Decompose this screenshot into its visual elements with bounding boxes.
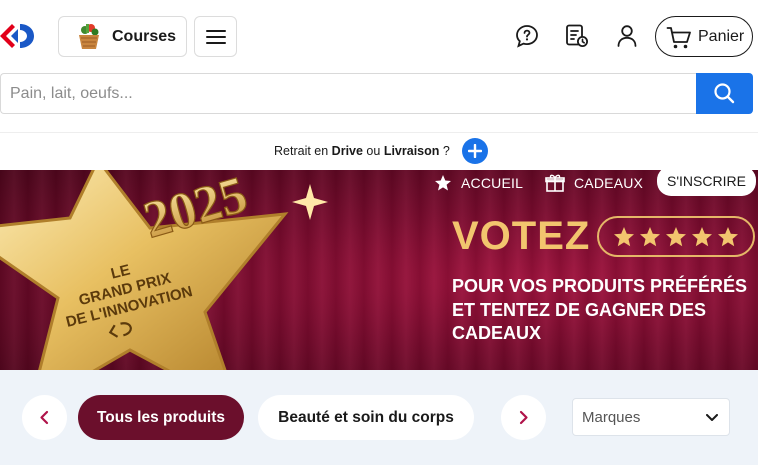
rating-stars-icon xyxy=(614,227,738,247)
cart-label: Panier xyxy=(698,28,745,45)
search-bar xyxy=(0,73,753,114)
search-button[interactable] xyxy=(696,73,753,114)
banner-tagline: POUR VOS PRODUITS PRÉFÉRÉS ET TENTEZ DE … xyxy=(452,276,748,343)
chevron-left-icon xyxy=(40,410,49,425)
search-input[interactable] xyxy=(0,73,697,114)
courses-mode-button[interactable]: Courses xyxy=(58,16,187,57)
chevron-right-icon xyxy=(519,410,528,425)
grocery-basket-icon xyxy=(79,24,99,49)
category-beaute-soin-corps[interactable]: Beauté et soin du corps xyxy=(258,395,474,440)
category-tous-les-produits[interactable]: Tous les produits xyxy=(78,395,244,440)
five-star-rating xyxy=(597,216,755,257)
delivery-mode-text: Retrait en Drive ou Livraison ? xyxy=(274,144,450,158)
promo-banner[interactable]: 2025 LE GRAND PRIX DE L'INNOVATION ACCUE… xyxy=(0,170,758,370)
cadeaux-label: CADEAUX xyxy=(574,175,644,191)
carrefour-logo[interactable] xyxy=(0,22,36,50)
sinscrire-button[interactable]: S'INSCRIRE xyxy=(657,170,756,196)
cart-button[interactable]: Panier xyxy=(655,16,753,57)
brand-filter-label: Marques xyxy=(582,409,641,426)
hamburger-menu-icon xyxy=(206,30,226,44)
category-prev-button[interactable] xyxy=(22,395,67,440)
delivery-suffix: ? xyxy=(439,144,450,158)
search-icon xyxy=(714,83,735,104)
votez-headline: VOTEZ xyxy=(452,214,591,258)
menu-button[interactable] xyxy=(194,16,237,57)
delivery-mode-bar[interactable]: Retrait en Drive ou Livraison ? xyxy=(0,133,758,170)
accueil-label: ACCUEIL xyxy=(461,175,524,191)
brand-filter-select[interactable]: Marques xyxy=(572,398,730,436)
star-icon xyxy=(435,175,451,191)
grand-prix-star-illustration: 2025 LE GRAND PRIX DE L'INNOVATION xyxy=(0,170,328,370)
courses-label: Courses xyxy=(112,28,177,45)
delivery-middle: ou xyxy=(362,144,384,158)
category-strip: Tous les produits Beauté et soin du corp… xyxy=(0,370,758,465)
choose-delivery-button[interactable] xyxy=(462,138,488,164)
delivery-prefix: Retrait en xyxy=(274,144,332,158)
livraison-label: Livraison xyxy=(383,144,440,158)
cart-icon xyxy=(666,27,691,49)
user-account-icon[interactable] xyxy=(614,23,640,49)
category-next-button[interactable] xyxy=(501,395,546,440)
drive-label: Drive xyxy=(331,144,363,158)
chevron-down-icon xyxy=(706,414,718,421)
banner-nav-cadeaux[interactable]: CADEAUX xyxy=(545,170,643,196)
gift-icon xyxy=(545,174,565,192)
help-chat-icon[interactable] xyxy=(514,23,540,49)
shopping-list-icon[interactable] xyxy=(564,23,590,49)
top-header: Courses Panier xyxy=(0,0,758,72)
banner-nav-accueil[interactable]: ACCUEIL xyxy=(434,170,523,196)
plus-icon xyxy=(468,144,482,158)
